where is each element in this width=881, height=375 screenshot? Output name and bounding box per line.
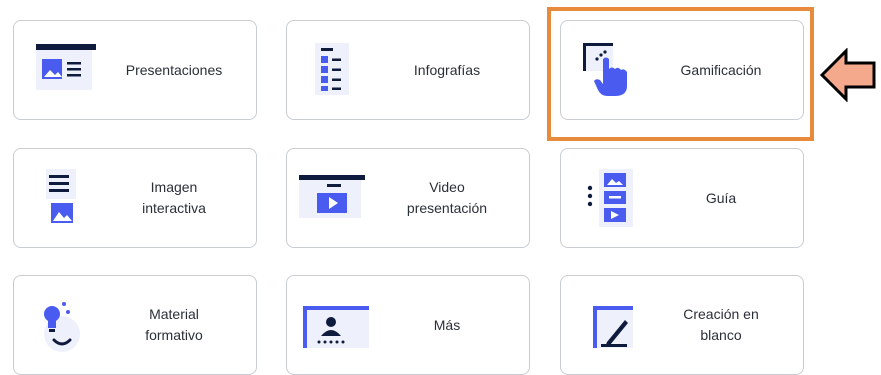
selection-highlight bbox=[547, 7, 814, 141]
option-label: Presentaciones bbox=[125, 61, 223, 78]
option-label: Más bbox=[433, 316, 461, 333]
option-imagen-interactiva[interactable]: Imagen interactiva bbox=[13, 148, 257, 248]
option-label: Material formativo bbox=[145, 306, 203, 343]
option-video-presentacion[interactable]: Video presentación bbox=[286, 148, 530, 248]
presentation-icon bbox=[24, 37, 96, 105]
option-guia[interactable]: Guía bbox=[560, 148, 804, 248]
option-material-formativo[interactable]: Material formativo bbox=[13, 275, 257, 375]
option-label: Imagen interactiva bbox=[142, 179, 206, 216]
option-mas[interactable]: Más bbox=[286, 275, 530, 375]
option-label: Video presentación bbox=[406, 179, 488, 216]
left-arrow-icon bbox=[819, 47, 876, 103]
guide-icon bbox=[571, 165, 643, 233]
option-label: Guía bbox=[705, 189, 737, 206]
option-presentaciones[interactable]: Presentaciones bbox=[13, 20, 257, 120]
infographic-icon bbox=[297, 37, 369, 105]
option-infografias[interactable]: Infografías bbox=[286, 20, 530, 120]
video-presentation-icon bbox=[297, 165, 369, 233]
option-label: Infografías bbox=[413, 61, 481, 78]
interactive-image-icon bbox=[24, 165, 96, 233]
option-label: Creación en blanco bbox=[683, 306, 759, 343]
more-icon bbox=[297, 292, 369, 360]
training-material-icon bbox=[24, 292, 96, 360]
blank-creation-icon bbox=[571, 292, 643, 360]
option-creacion-en-blanco[interactable]: Creación en blanco bbox=[560, 275, 804, 375]
